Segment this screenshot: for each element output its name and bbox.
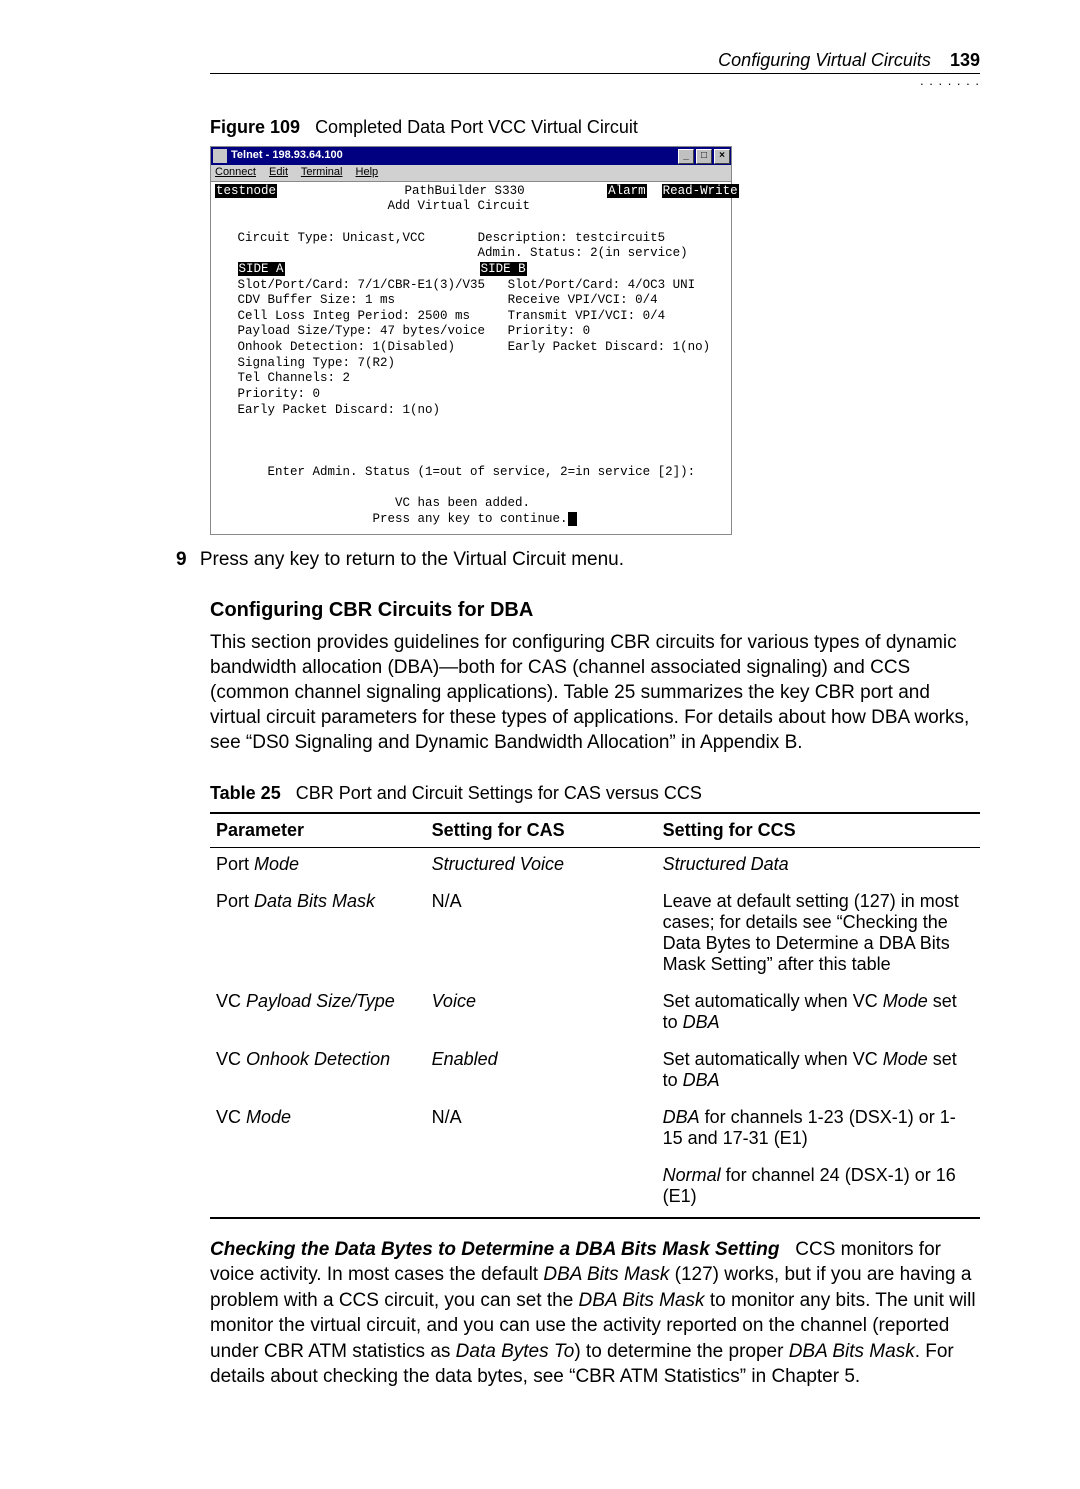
page-number: 139 [950,50,980,70]
b-epd: Early Packet Discard: 1(no) [508,340,711,354]
header-dots: . . . . . . . [210,74,980,89]
ccs-value: Set automatically when VC Mode set to DB… [657,1043,980,1101]
hostname: testnode [215,184,277,198]
figure-caption: Figure 109 Completed Data Port VCC Virtu… [210,117,980,138]
section-data-bytes: Checking the Data Bytes to Determine a D… [210,1237,980,1390]
table-caption: Table 25 CBR Port and Circuit Settings f… [210,783,980,804]
a-epd: Early Packet Discard: 1(no) [238,403,441,417]
a-tel: Tel Channels: 2 [238,371,351,385]
param [210,1159,426,1218]
menu-help[interactable]: Help [356,166,379,178]
section-body-cbr: This section provides guidelines for con… [210,630,980,755]
param: VC Onhook Detection [216,1049,390,1069]
ccs-value: Normal for channel 24 (DSX-1) or 16 (E1) [657,1159,980,1218]
description: Description: testcircuit5 [478,231,666,245]
section-heading-cbr: Configuring CBR Circuits for DBA [210,599,980,622]
menu-edit[interactable]: Edit [269,166,288,178]
a-cell: Cell Loss Integ Period: 2500 ms [238,309,471,323]
app-icon [213,149,227,163]
cas-value: Enabled [426,1043,657,1101]
window-titlebar: Telnet - 198.93.64.100 _ □ × [211,147,731,165]
param: Port Data Bits Mask [216,891,375,911]
b-rx: Receive VPI/VCI: 0/4 [508,293,658,307]
figure-label: Figure 109 [210,117,300,137]
cas-value: Structured Voice [426,847,657,885]
terminal-area: testnode PathBuilder S330 Alarm Read-Wri… [211,182,731,534]
screen-title: Add Virtual Circuit [388,199,531,213]
param: VC Payload Size/Type [216,991,395,1011]
step-9: 9 Press any key to return to the Virtual… [176,549,980,571]
section2-body: CCS monitors for voice activity. In most… [210,1239,976,1387]
b-slot: Slot/Port/Card: 4/OC3 UNI [508,278,696,292]
vc-added: VC has been added. [395,496,530,510]
rw-status: Read-Write [662,184,739,198]
table-row: VC Payload Size/Type Voice Set automatic… [210,985,980,1043]
table-label: Table 25 [210,783,281,803]
window-title: Telnet - 198.93.64.100 [231,149,677,163]
section2-lead: Checking the Data Bytes to Determine a D… [210,1239,779,1260]
prompt: Enter Admin. Status (1=out of service, 2… [268,465,696,479]
table-row: Port Mode Structured Voice Structured Da… [210,847,980,885]
cas-value: N/A [426,1101,657,1159]
press-key: Press any key to continue. [373,512,568,526]
close-button[interactable]: × [714,149,730,164]
table-caption-text: CBR Port and Circuit Settings for CAS ve… [296,783,702,803]
menu-terminal[interactable]: Terminal [301,166,343,178]
figure-caption-text: Completed Data Port VCC Virtual Circuit [315,117,638,137]
ccs-value: Leave at default setting (127) in most c… [657,885,980,985]
admin-status: Admin. Status: 2(in service) [478,246,688,260]
maximize-button[interactable]: □ [696,149,712,164]
window-menubar: Connect Edit Terminal Help [211,165,731,182]
table-row: Port Data Bits Mask N/A Leave at default… [210,885,980,985]
page-header: Configuring Virtual Circuits 139 [210,50,980,74]
b-tx: Transmit VPI/VCI: 0/4 [508,309,666,323]
menu-connect[interactable]: Connect [215,166,256,178]
a-cdv: CDV Buffer Size: 1 ms [238,293,396,307]
th-parameter: Parameter [210,813,426,848]
param: VC Mode [216,1107,291,1127]
step-text: Press any key to return to the Virtual C… [200,549,624,570]
step-number: 9 [176,549,187,570]
settings-table: Parameter Setting for CAS Setting for CC… [210,812,980,1219]
device-model: PathBuilder S330 [405,184,525,198]
param: Port Mode [216,854,299,874]
th-ccs: Setting for CCS [657,813,980,848]
circuit-type: Circuit Type: Unicast,VCC [238,231,426,245]
ccs-value: DBA for channels 1-23 (DSX-1) or 1-15 an… [657,1101,980,1159]
a-onhook: Onhook Detection: 1(Disabled) [238,340,456,354]
ccs-value: Structured Data [657,847,980,885]
header-title: Configuring Virtual Circuits [718,50,931,70]
cas-value: N/A [426,885,657,985]
a-priority: Priority: 0 [238,387,321,401]
a-sig: Signaling Type: 7(R2) [238,356,396,370]
telnet-window: Telnet - 198.93.64.100 _ □ × Connect Edi… [210,146,732,535]
side-a-label: SIDE A [238,262,285,276]
b-priority: Priority: 0 [508,324,591,338]
side-b-label: SIDE B [480,262,527,276]
ccs-value: Set automatically when VC Mode set to DB… [657,985,980,1043]
a-slot: Slot/Port/Card: 7/1/CBR-E1(3)/V35 [238,278,486,292]
th-cas: Setting for CAS [426,813,657,848]
cas-value: Voice [426,985,657,1043]
alarm-status: Alarm [607,184,647,198]
table-row: VC Onhook Detection Enabled Set automati… [210,1043,980,1101]
cas-value [426,1159,657,1218]
minimize-button[interactable]: _ [678,149,694,164]
table-row: VC Mode N/A DBA for channels 1-23 (DSX-1… [210,1101,980,1159]
a-payload: Payload Size/Type: 47 bytes/voice [238,324,486,338]
table-row: Normal for channel 24 (DSX-1) or 16 (E1) [210,1159,980,1218]
